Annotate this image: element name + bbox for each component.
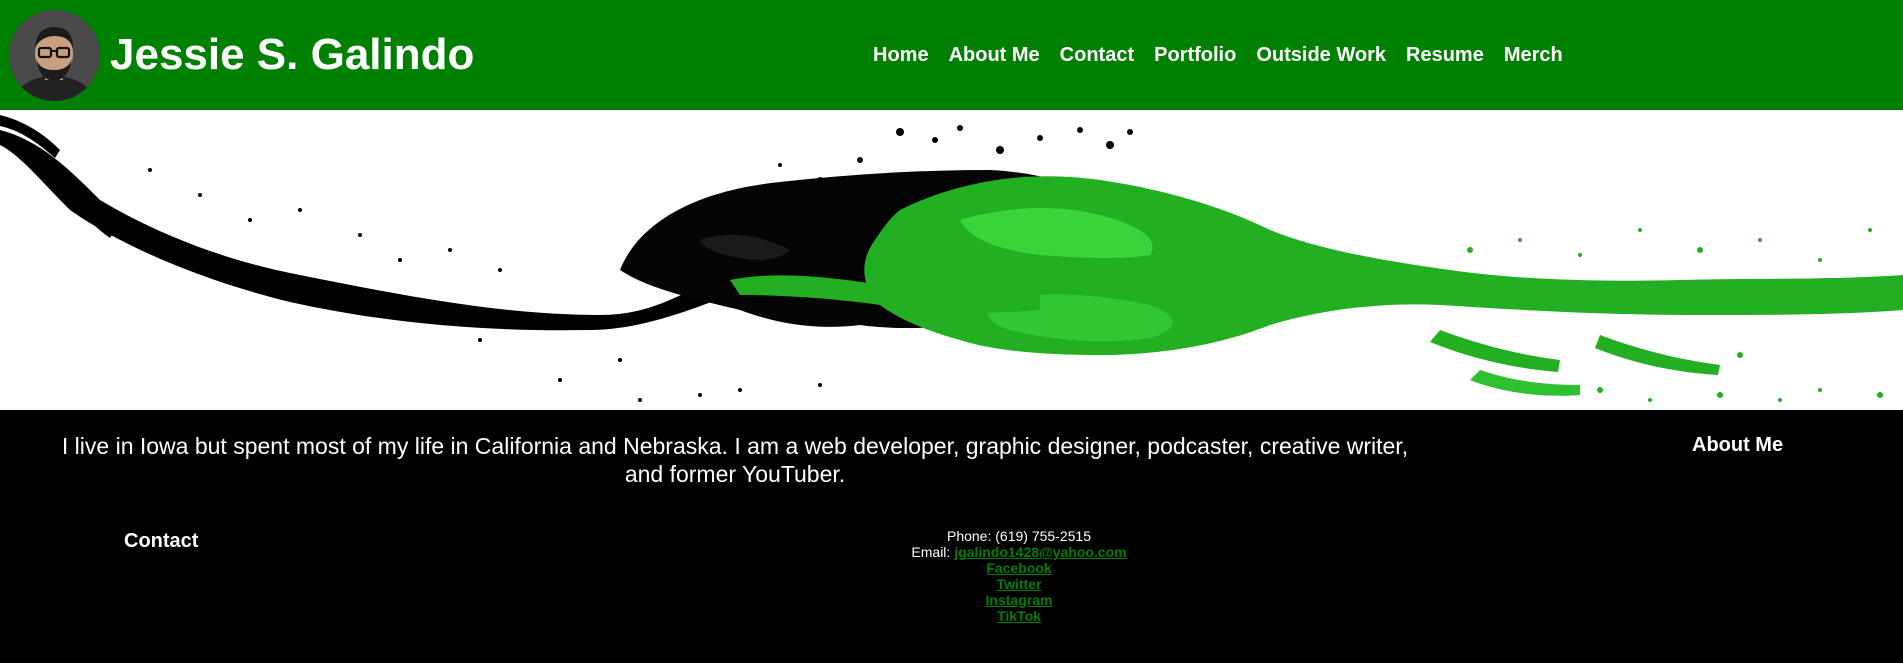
twitter-link[interactable]: Twitter xyxy=(997,576,1042,592)
phone-number: (619) 755-2515 xyxy=(995,528,1091,544)
main-nav: Home About Me Contact Portfolio Outside … xyxy=(873,41,1583,69)
about-intro-text: I live in Iowa but spent most of my life… xyxy=(61,433,1409,487)
facebook-link[interactable]: Facebook xyxy=(986,560,1051,576)
contact-heading: Contact xyxy=(124,530,199,552)
site-header: Jessie S. Galindo Home About Me Contact … xyxy=(0,0,1903,110)
nav-merch[interactable]: Merch xyxy=(1504,41,1563,69)
paint-splash-icon xyxy=(0,110,1903,410)
nav-portfolio[interactable]: Portfolio xyxy=(1154,41,1236,69)
tiktok-link[interactable]: TikTok xyxy=(997,608,1041,624)
nav-resume[interactable]: Resume xyxy=(1406,41,1484,69)
hero-banner xyxy=(0,110,1903,410)
nav-outside-work[interactable]: Outside Work xyxy=(1256,41,1386,69)
avatar xyxy=(9,10,100,101)
email-link[interactable]: jgalindo1428@yahoo.com xyxy=(954,544,1126,560)
phone-label: Phone: xyxy=(946,528,992,544)
about-me-heading: About Me xyxy=(1692,434,1784,456)
nav-contact[interactable]: Contact xyxy=(1060,41,1134,69)
nav-about-me[interactable]: About Me xyxy=(949,41,1040,69)
email-line: Email: jgalindo1428@yahoo.com xyxy=(819,544,1219,560)
nav-home[interactable]: Home xyxy=(873,41,929,69)
email-label: Email: xyxy=(911,544,951,560)
contact-info: Phone: (619) 755-2515 Email: jgalindo142… xyxy=(819,528,1219,624)
site-title[interactable]: Jessie S. Galindo xyxy=(110,28,474,82)
instagram-link[interactable]: Instagram xyxy=(986,592,1053,608)
person-portrait-icon xyxy=(9,10,100,101)
phone-line: Phone: (619) 755-2515 xyxy=(819,528,1219,544)
